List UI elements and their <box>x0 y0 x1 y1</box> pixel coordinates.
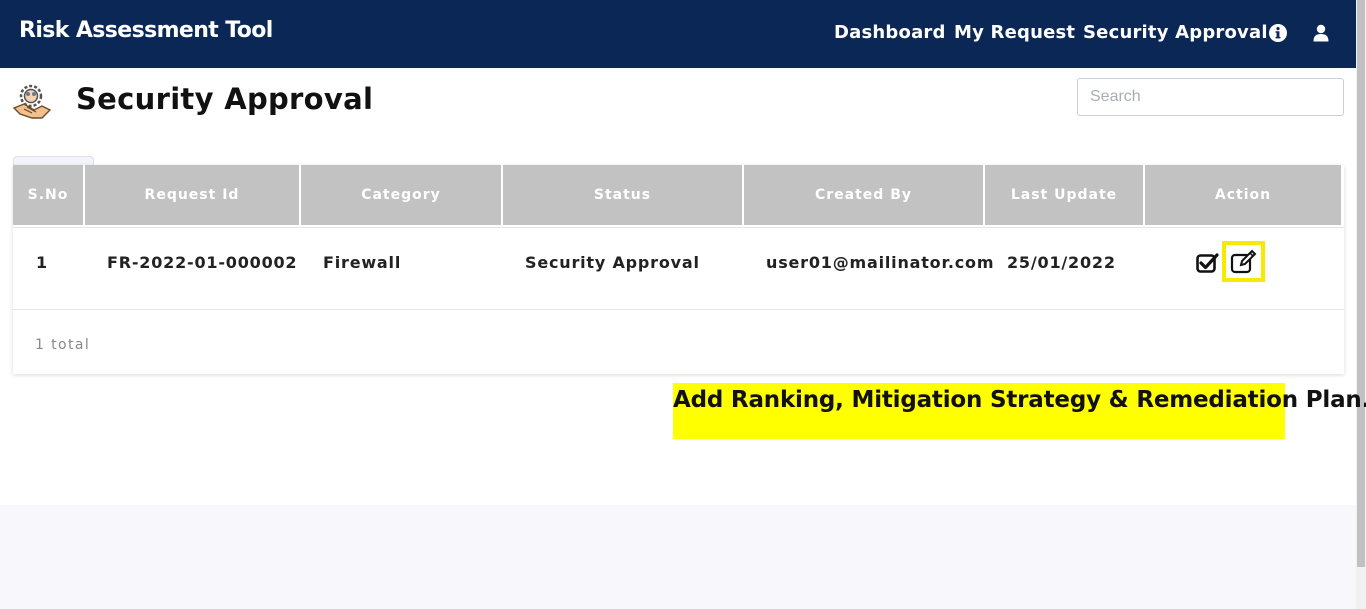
cell-category: Firewall <box>323 253 402 272</box>
column-header-action: Action <box>1145 165 1341 225</box>
scrollbar-thumb[interactable] <box>1357 0 1365 567</box>
column-header-category[interactable]: Category <box>301 165 501 225</box>
table-total: 1 total <box>35 337 91 353</box>
column-header-request-id[interactable]: Request Id <box>85 165 299 225</box>
info-icon[interactable] <box>1269 24 1287 42</box>
column-header-created-by[interactable]: Created By <box>744 165 983 225</box>
user-icon[interactable] <box>1312 24 1330 42</box>
edit-action-highlight[interactable] <box>1222 241 1265 282</box>
search-input[interactable] <box>1077 78 1344 116</box>
nav-my-request[interactable]: My Request <box>954 22 1075 43</box>
cell-request-id: FR-2022-01-000002 <box>107 253 298 272</box>
column-header-sno[interactable]: S.No <box>13 165 83 225</box>
app-brand[interactable]: Risk Assessment Tool <box>19 18 273 43</box>
checkbox-icon[interactable] <box>1196 252 1220 274</box>
security-handshake-icon <box>12 84 52 119</box>
requests-table-card: S.No Request Id Category Status Created … <box>13 165 1344 374</box>
callout-text: Add Ranking, Mitigation Strategy & Remed… <box>673 387 1366 413</box>
cell-created-by: user01@mailinator.com <box>766 253 995 272</box>
column-header-last-update[interactable]: Last Update <box>985 165 1143 225</box>
column-header-status[interactable]: Status <box>503 165 742 225</box>
cell-last-update: 25/01/2022 <box>1007 253 1116 272</box>
nav-dashboard[interactable]: Dashboard <box>834 22 946 43</box>
table-row: 1 FR-2022-01-000002 Firewall Security Ap… <box>13 227 1344 310</box>
annotation-callout: Add Ranking, Mitigation Strategy & Remed… <box>673 383 1366 439</box>
top-navbar: Risk Assessment Tool Dashboard My Reques… <box>0 0 1356 68</box>
table-header: S.No Request Id Category Status Created … <box>13 165 1344 227</box>
nav-security-approval[interactable]: Security Approval <box>1083 22 1268 43</box>
cell-status: Security Approval <box>525 253 700 272</box>
page-scrollbar[interactable] <box>1356 0 1366 609</box>
cell-sno: 1 <box>36 253 48 272</box>
page-title: Security Approval <box>76 82 374 116</box>
edit-icon[interactable] <box>1230 249 1258 275</box>
